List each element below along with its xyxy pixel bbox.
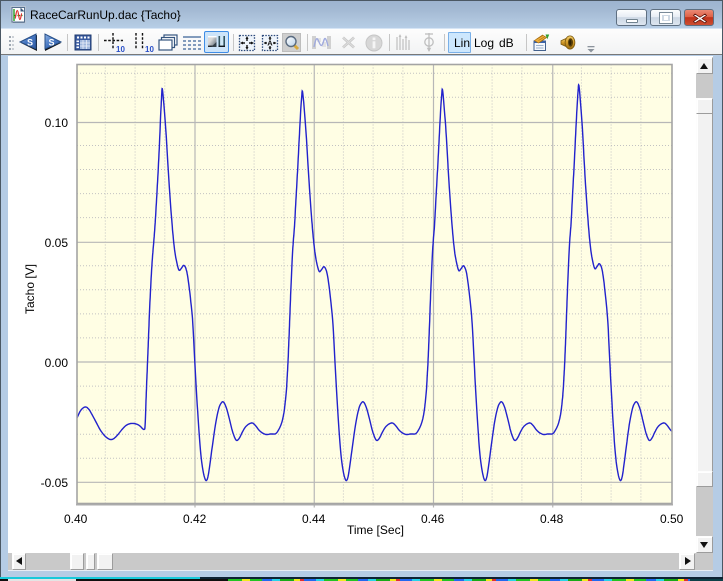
svg-text:S: S bbox=[48, 38, 54, 48]
svg-text:10: 10 bbox=[116, 45, 125, 54]
svg-text:10: 10 bbox=[145, 45, 154, 54]
svg-text:S: S bbox=[27, 38, 33, 48]
svg-text:A: A bbox=[267, 39, 273, 48]
